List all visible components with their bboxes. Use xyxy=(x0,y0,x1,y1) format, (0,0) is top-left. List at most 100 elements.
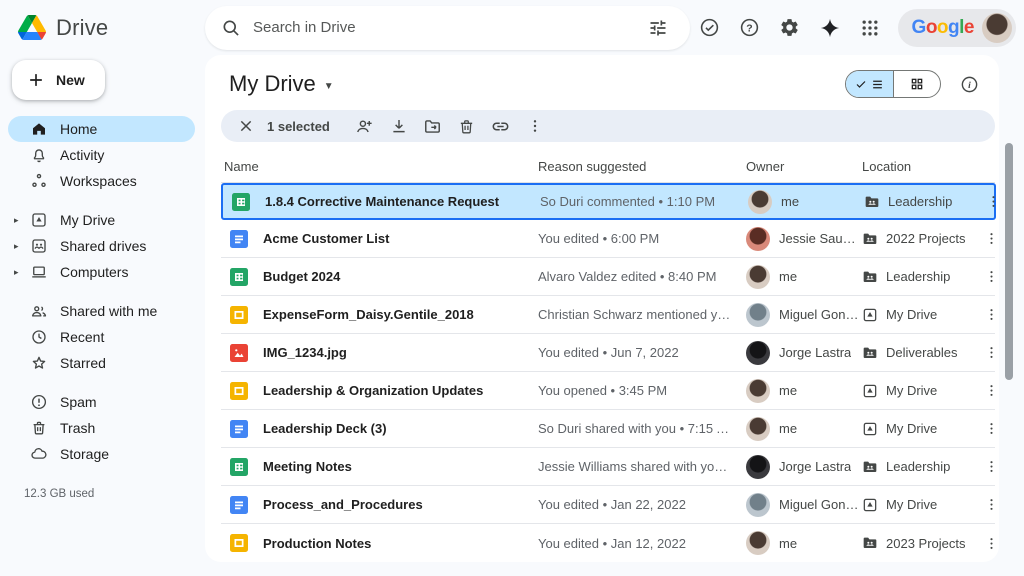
sidebar-item-computers[interactable]: ▸Computers xyxy=(8,259,195,285)
drive-brand[interactable]: Drive xyxy=(0,15,205,41)
owner-cell: Jessie Saund... xyxy=(746,227,862,251)
scrollbar[interactable] xyxy=(1005,143,1013,380)
owner-avatar xyxy=(746,493,770,517)
row-menu-button[interactable] xyxy=(977,339,999,367)
row-menu-button[interactable] xyxy=(977,377,999,405)
trash-icon[interactable] xyxy=(452,111,482,141)
table-row[interactable]: Leadership Deck (3) So Duri shared with … xyxy=(221,410,995,448)
help-icon[interactable]: ? xyxy=(730,8,770,48)
my-drive-icon xyxy=(30,211,48,229)
table-row[interactable]: Meeting Notes Jessie Williams shared wit… xyxy=(221,448,995,486)
owner-cell: Jorge Lastra xyxy=(746,455,862,479)
row-menu-button[interactable] xyxy=(977,453,999,481)
location-chip[interactable]: Deliverables xyxy=(862,345,977,361)
file-table: Name Reason suggested Owner Location 1.8… xyxy=(221,150,995,562)
table-row[interactable]: IMG_1234.jpg You edited • Jun 7, 2022 Jo… xyxy=(221,334,995,372)
sidebar-item-label: My Drive xyxy=(60,212,115,228)
storage-used-label: 12.3 GB used xyxy=(0,480,205,500)
google-account-pill[interactable]: Google xyxy=(898,9,1016,47)
owner-avatar xyxy=(746,265,770,289)
slides-icon xyxy=(230,306,248,324)
location-chip[interactable]: Leadership xyxy=(862,269,977,285)
info-icon[interactable]: i xyxy=(953,68,985,100)
sidebar-item-workspaces[interactable]: Workspaces xyxy=(8,168,195,194)
sidebar-item-label: Storage xyxy=(60,446,109,462)
location-chip[interactable]: Leadership xyxy=(862,459,977,475)
table-row[interactable]: ExpenseForm_Daisy.Gentile_2018 Christian… xyxy=(221,296,995,334)
row-menu-button[interactable] xyxy=(977,301,999,329)
expand-chevron-icon[interactable]: ▸ xyxy=(14,267,19,278)
link-icon[interactable] xyxy=(486,111,516,141)
file-name: Budget 2024 xyxy=(257,269,538,284)
move-folder-icon[interactable] xyxy=(418,111,448,141)
row-menu-button[interactable] xyxy=(977,415,999,443)
share-person-add-icon[interactable] xyxy=(350,111,380,141)
sidebar-item-trash[interactable]: Trash xyxy=(8,415,195,441)
table-row[interactable]: 1.8.4 Corrective Maintenance Request So … xyxy=(221,183,996,220)
row-menu-button[interactable] xyxy=(977,263,999,291)
owner-name: Jorge Lastra xyxy=(779,459,851,474)
location-name: My Drive xyxy=(886,497,937,512)
reason-suggested: So Duri shared with you • 7:15 AM xyxy=(538,421,746,436)
location-chip[interactable]: Leadership xyxy=(864,194,979,210)
offline-status-icon[interactable] xyxy=(690,8,730,48)
file-name: Leadership Deck (3) xyxy=(257,421,538,436)
download-icon[interactable] xyxy=(384,111,414,141)
table-row[interactable]: Production Notes You edited • Jan 12, 20… xyxy=(221,524,995,562)
page-title-dropdown[interactable]: My Drive ▼ xyxy=(229,71,334,97)
sidebar-item-shared-with-me[interactable]: Shared with me xyxy=(8,298,195,324)
expand-chevron-icon[interactable]: ▸ xyxy=(14,215,19,226)
location-chip[interactable]: My Drive xyxy=(862,497,977,513)
column-header-owner[interactable]: Owner xyxy=(746,159,862,174)
owner-name: me xyxy=(781,194,799,209)
search-input[interactable] xyxy=(253,19,626,36)
owner-name: Jessie Saund... xyxy=(779,231,862,246)
sidebar-item-storage[interactable]: Storage xyxy=(8,441,195,467)
location-chip[interactable]: 2023 Projects xyxy=(862,535,977,551)
grid-view-button[interactable] xyxy=(893,71,940,97)
row-menu-button[interactable] xyxy=(979,188,999,216)
settings-icon[interactable] xyxy=(770,8,810,48)
apps-grid-icon[interactable] xyxy=(850,8,890,48)
file-name: 1.8.4 Corrective Maintenance Request xyxy=(259,194,540,209)
profile-avatar[interactable] xyxy=(982,13,1012,43)
owner-avatar xyxy=(746,417,770,441)
column-header-location[interactable]: Location xyxy=(862,159,977,174)
owner-cell: me xyxy=(746,531,862,555)
table-row[interactable]: Process_and_Procedures You edited • Jan … xyxy=(221,486,995,524)
search-options-icon[interactable] xyxy=(638,8,678,48)
owner-name: Miguel Gonza... xyxy=(779,497,862,512)
location-chip[interactable]: My Drive xyxy=(862,383,977,399)
gemini-sparkle-icon[interactable] xyxy=(810,8,850,48)
table-row[interactable]: Acme Customer List You edited • 6:00 PM … xyxy=(221,220,995,258)
selection-toolbar: 1 selected xyxy=(221,110,995,142)
sidebar-item-my-drive[interactable]: ▸ My Drive xyxy=(8,207,195,233)
search-bar[interactable] xyxy=(205,6,690,50)
owner-avatar xyxy=(746,341,770,365)
row-menu-button[interactable] xyxy=(977,491,999,519)
sidebar-item-home[interactable]: Home xyxy=(8,116,195,142)
location-chip[interactable]: My Drive xyxy=(862,307,977,323)
list-view-button[interactable] xyxy=(846,71,893,97)
shared-drives-icon xyxy=(30,237,48,255)
new-button[interactable]: New xyxy=(12,60,105,100)
sidebar-item-recent[interactable]: Recent xyxy=(8,324,195,350)
sidebar-item-activity[interactable]: Activity xyxy=(8,142,195,168)
spam-icon xyxy=(30,393,48,411)
owner-avatar xyxy=(746,303,770,327)
sidebar-item-starred[interactable]: Starred xyxy=(8,350,195,376)
location-chip[interactable]: My Drive xyxy=(862,421,977,437)
row-menu-button[interactable] xyxy=(977,225,999,253)
more-options-icon[interactable] xyxy=(520,111,550,141)
column-header-reason[interactable]: Reason suggested xyxy=(538,159,746,174)
close-icon[interactable] xyxy=(231,111,261,141)
row-menu-button[interactable] xyxy=(977,529,999,557)
table-row[interactable]: Budget 2024 Alvaro Valdez edited • 8:40 … xyxy=(221,258,995,296)
location-chip[interactable]: 2022 Projects xyxy=(862,231,977,247)
expand-chevron-icon[interactable]: ▸ xyxy=(14,241,19,252)
sidebar-item-shared-drives[interactable]: ▸Shared drives xyxy=(8,233,195,259)
column-header-name[interactable]: Name xyxy=(221,159,538,174)
sidebar-item-spam[interactable]: Spam xyxy=(8,389,195,415)
app-title: Drive xyxy=(56,15,108,41)
table-row[interactable]: Leadership & Organization Updates You op… xyxy=(221,372,995,410)
